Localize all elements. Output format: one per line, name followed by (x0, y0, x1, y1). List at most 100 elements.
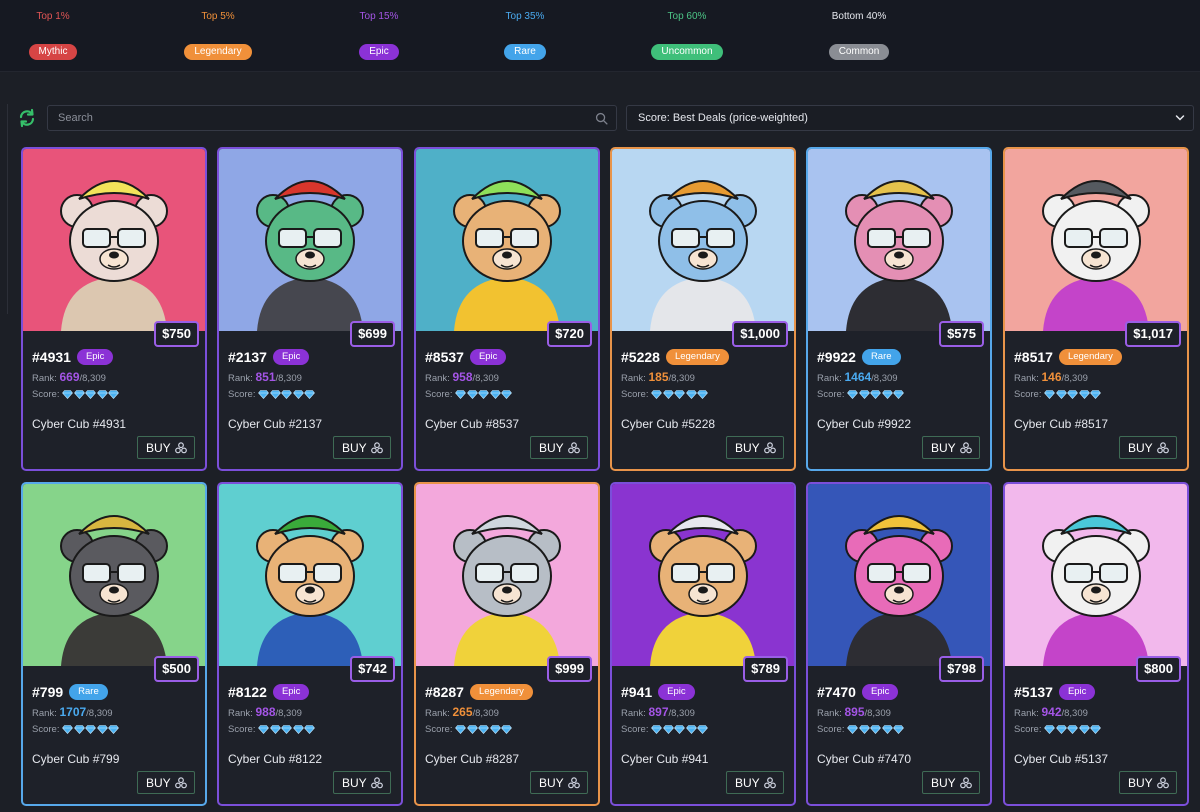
token-id: #799 (32, 684, 64, 700)
rarity-badge: Epic (76, 349, 114, 365)
diamond-icon (1056, 390, 1067, 399)
nft-card[interactable]: $798 #7470 Epic Rank: 895/8,309 Score: Cyber … (806, 482, 992, 806)
score-row: Score: (228, 389, 316, 400)
chevron-down-icon (1175, 115, 1185, 121)
score-row: Score: (1014, 389, 1102, 400)
price-tag: $798 (939, 656, 984, 682)
rank-label: Rank: (228, 373, 253, 384)
cub-image[interactable] (1005, 484, 1187, 666)
cub-image[interactable] (612, 484, 794, 666)
score-label: Score: (425, 724, 453, 735)
nft-card[interactable]: $1,000 #5228 Legendary Rank: 185/8,309 Score… (610, 147, 796, 471)
buy-label: BUY (539, 775, 564, 790)
diamond-icon (1067, 390, 1079, 399)
nft-card[interactable]: $699 #2137 Epic Rank: 851/8,309 Score: Cyber … (217, 147, 403, 471)
cub-image[interactable] (219, 484, 401, 666)
buy-button[interactable]: BUY (137, 436, 195, 459)
token-id: #8287 (425, 684, 464, 700)
buy-button[interactable]: BUY (1119, 436, 1177, 459)
diamond-icon (108, 725, 120, 734)
diamond-icon (697, 725, 709, 734)
buy-button[interactable]: BUY (1119, 771, 1177, 794)
nft-card[interactable]: $800 #5137 Epic Rank: 942/8,309 Score: Cyber … (1003, 482, 1189, 806)
diamond-icon (74, 390, 85, 399)
diamond-icon (270, 725, 281, 734)
cub-artwork (219, 149, 401, 331)
diamond-icon (304, 725, 316, 734)
buy-button[interactable]: BUY (530, 436, 588, 459)
nft-card[interactable]: $500 #799 Rare Rank: 1707/8,309 Score: Cyber … (21, 482, 207, 806)
score-gems (455, 725, 513, 734)
search-field[interactable] (47, 105, 617, 131)
cub-artwork (808, 149, 990, 331)
marketplace-logo-icon (371, 442, 383, 454)
diamond-icon (686, 390, 697, 399)
rank-label: Rank: (817, 373, 842, 384)
cub-image[interactable] (416, 484, 598, 666)
diamond-icon (304, 390, 316, 399)
marketplace-logo-icon (175, 777, 187, 789)
buy-button[interactable]: BUY (726, 771, 784, 794)
rank-total: /8,309 (472, 373, 499, 384)
cub-image[interactable] (416, 149, 598, 331)
rarity-tier-rare: Top 35% Rare (475, 10, 575, 60)
score-row: Score: (228, 724, 316, 735)
buy-button[interactable]: BUY (530, 771, 588, 794)
score-gems (1044, 725, 1102, 734)
card-name: Cyber Cub #8517 (1014, 417, 1109, 431)
diamond-icon (97, 725, 108, 734)
buy-button[interactable]: BUY (137, 771, 195, 794)
score-row: Score: (817, 389, 905, 400)
rank-row: Rank: 185/8,309 (621, 370, 695, 384)
token-id-row: #4931 Epic (32, 349, 114, 365)
score-row: Score: (1014, 724, 1102, 735)
card-name: Cyber Cub #4931 (32, 417, 127, 431)
buy-button[interactable]: BUY (922, 436, 980, 459)
cub-image[interactable] (1005, 149, 1187, 331)
rank-value: 895 (844, 705, 865, 719)
rank-value: 669 (59, 370, 80, 384)
search-icon (595, 112, 608, 125)
rarity-tier-percent: Top 35% (505, 11, 545, 22)
buy-label: BUY (1128, 775, 1153, 790)
cub-image[interactable] (23, 484, 205, 666)
score-row: Score: (621, 389, 709, 400)
rank-total: /8,309 (668, 373, 695, 384)
cub-image[interactable] (808, 484, 990, 666)
nft-card[interactable]: $750 #4931 Epic Rank: 669/8,309 Score: Cyber … (21, 147, 207, 471)
refresh-button[interactable] (17, 108, 37, 128)
rarity-badge: Epic (658, 684, 695, 700)
diamond-icon (293, 390, 304, 399)
cub-image[interactable] (219, 149, 401, 331)
rarity-tier-uncommon: Top 60% Uncommon (637, 10, 737, 60)
token-id-row: #941 Epic (621, 684, 695, 700)
nft-card[interactable]: $1,017 #8517 Legendary Rank: 146/8,309 Score… (1003, 147, 1189, 471)
nft-card[interactable]: $789 #941 Epic Rank: 897/8,309 Score: Cyber C… (610, 482, 796, 806)
nft-card[interactable]: $999 #8287 Legendary Rank: 265/8,309 Score: C… (414, 482, 600, 806)
token-id-row: #8122 Epic (228, 684, 310, 700)
nft-card[interactable]: $575 #9922 Rare Rank: 1464/8,309 Score: Cyber… (806, 147, 992, 471)
rank-row: Rank: 146/8,309 (1014, 370, 1088, 384)
search-input[interactable] (48, 106, 616, 130)
score-label: Score: (1014, 389, 1042, 400)
cub-image[interactable] (612, 149, 794, 331)
rarity-badge: Epic (469, 349, 507, 365)
cub-image[interactable] (23, 149, 205, 331)
refresh-icon (19, 108, 35, 128)
buy-button[interactable]: BUY (333, 436, 391, 459)
cub-image[interactable] (808, 149, 990, 331)
buy-label: BUY (931, 775, 956, 790)
nft-card[interactable]: $742 #8122 Epic Rank: 988/8,309 Score: Cyber … (217, 482, 403, 806)
rank-label: Rank: (621, 708, 646, 719)
cub-artwork (808, 484, 990, 666)
sort-select[interactable]: Score: Best Deals (price-weighted) (626, 105, 1194, 131)
price-tag: $1,017 (1125, 321, 1181, 347)
nft-card[interactable]: $720 #8537 Epic Rank: 958/8,309 Score: Cyber … (414, 147, 600, 471)
token-id-row: #7470 Epic (817, 684, 899, 700)
diamond-icon (85, 390, 97, 399)
score-gems (651, 390, 709, 399)
buy-button[interactable]: BUY (922, 771, 980, 794)
buy-button[interactable]: BUY (333, 771, 391, 794)
diamond-icon (1079, 725, 1090, 734)
buy-button[interactable]: BUY (726, 436, 784, 459)
